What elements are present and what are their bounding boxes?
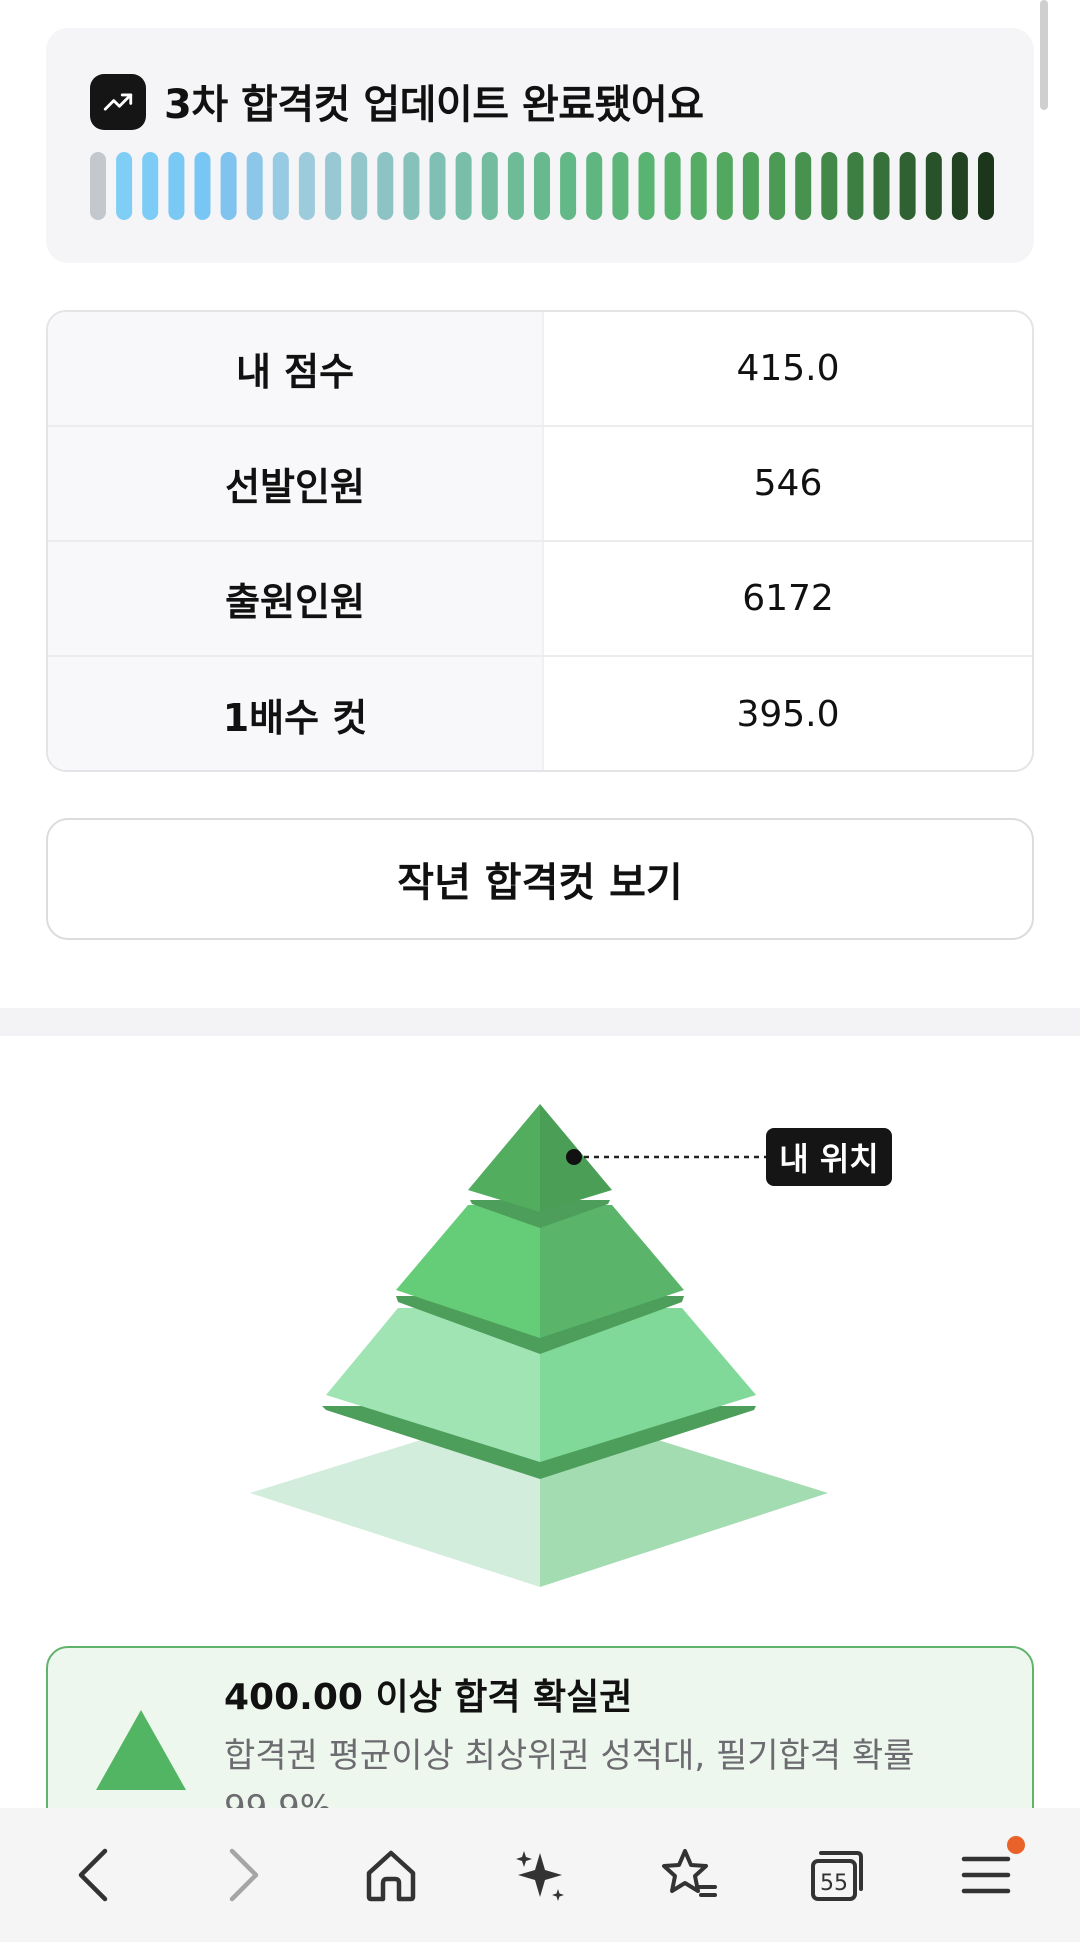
progress-bar-segment (978, 152, 994, 220)
table-row: 내 점수 415.0 (48, 312, 1032, 427)
progress-bar-segment (664, 152, 681, 220)
update-title: 3차 합격컷 업데이트 완료됐어요 (164, 82, 704, 128)
progress-bar-segment (925, 152, 942, 220)
scrollbar[interactable] (1040, 0, 1048, 110)
progress-bar-segment (638, 152, 655, 220)
progress-bar-segment (742, 152, 759, 220)
progress-bar-segment (481, 152, 498, 220)
progress-bar-segment (168, 152, 185, 220)
row-label-applicant-count: 출원인원 (48, 542, 542, 655)
progress-bar-segment (194, 152, 211, 220)
section-divider (0, 1008, 1080, 1036)
progress-bar-segment (821, 152, 838, 220)
progress-bar-segment (455, 152, 472, 220)
progress-bar-segment (769, 152, 786, 220)
progress-bar-segment (377, 152, 394, 220)
progress-bar-segment (716, 152, 733, 220)
progress-bar-segment (586, 152, 603, 220)
progress-bar-segment (351, 152, 368, 220)
back-button[interactable] (39, 1820, 149, 1930)
progress-bar-segment (795, 152, 812, 220)
progress-bar-segment (142, 152, 159, 220)
rank-pyramid (250, 1104, 828, 1587)
progress-bar-segment (403, 152, 420, 220)
progress-bar-segment (873, 152, 890, 220)
progress-bar-segment (325, 152, 342, 220)
triangle-icon (96, 1710, 186, 1790)
table-row: 1배수 컷 395.0 (48, 657, 1032, 770)
tabs-button[interactable]: 55 (782, 1820, 892, 1930)
row-value-applicant-count: 6172 (542, 542, 1032, 655)
menu-icon (961, 1856, 1010, 1894)
tabs-count: 55 (820, 1871, 848, 1896)
progress-bar-segment (847, 152, 864, 220)
last-year-cutoff-button[interactable]: 작년 합격컷 보기 (46, 818, 1034, 940)
cutoff-progress-bars (90, 152, 994, 220)
table-row: 출원인원 6172 (48, 542, 1032, 657)
bookmarks-icon (661, 1849, 717, 1897)
update-notice-card: 3차 합격컷 업데이트 완료됐어요 (46, 28, 1034, 263)
progress-bar-segment (690, 152, 707, 220)
progress-bar-segment (272, 152, 289, 220)
my-position-label: 내 위치 (766, 1128, 892, 1186)
result-title: 400.00 이상 합격 확실권 (224, 1677, 633, 1718)
bookmarks-button[interactable] (634, 1820, 744, 1930)
row-value-my-score: 415.0 (542, 312, 1032, 425)
home-button[interactable] (336, 1820, 446, 1930)
progress-bar-segment (507, 152, 524, 220)
row-label-my-score: 내 점수 (48, 312, 542, 425)
ai-assistant-button[interactable] (485, 1820, 595, 1930)
trending-up-icon (90, 74, 146, 130)
tabs-icon: 55 (811, 1851, 864, 1901)
row-value-1x-cutoff: 395.0 (542, 657, 1032, 770)
progress-bar-segment (246, 152, 263, 220)
menu-button[interactable] (931, 1820, 1041, 1930)
table-row: 선발인원 546 (48, 427, 1032, 542)
progress-bar-segment (534, 152, 550, 220)
pyramid-tier-1-left (468, 1104, 540, 1212)
progress-bar-segment (90, 152, 106, 220)
my-position-dot (566, 1149, 582, 1165)
progress-bar-segment (560, 152, 577, 220)
browser-bottom-nav: 55 (0, 1808, 1080, 1942)
back-icon (79, 1848, 108, 1902)
progress-bar-segment (612, 152, 629, 220)
forward-button[interactable] (188, 1820, 298, 1930)
row-label-selection-count: 선발인원 (48, 427, 542, 540)
progress-bar-segment (116, 152, 133, 220)
forward-icon (229, 1848, 259, 1902)
progress-bar-segment (899, 152, 916, 220)
home-icon (367, 1850, 416, 1902)
ai-sparkle-icon (515, 1851, 564, 1901)
row-label-1x-cutoff: 1배수 컷 (48, 657, 542, 770)
notification-dot (1006, 1836, 1025, 1854)
progress-bar-segment (429, 152, 446, 220)
row-value-selection-count: 546 (542, 427, 1032, 540)
progress-bar-segment (220, 152, 237, 220)
progress-bar-segment (951, 152, 968, 220)
progress-bar-segment (298, 152, 315, 220)
score-table: 내 점수 415.0 선발인원 546 출원인원 6172 1배수 컷 395.… (46, 310, 1034, 772)
